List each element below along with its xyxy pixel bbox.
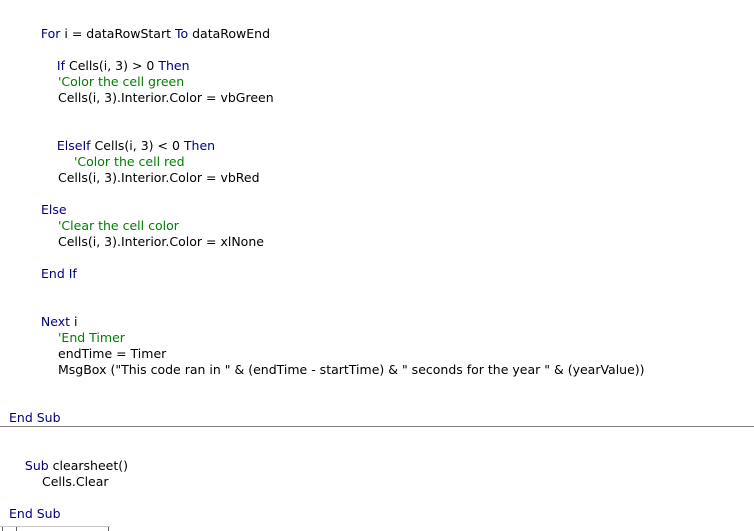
end-sub-line-1[interactable]: End Sub <box>9 410 61 426</box>
keyword-elseif: ElseIf <box>56 138 91 153</box>
bottom-ruler <box>0 526 110 531</box>
cells-clear-line[interactable]: Cells.Clear <box>42 474 109 490</box>
assign-red-line[interactable]: Cells(i, 3).Interior.Color = vbRed <box>58 170 260 186</box>
for-loop-range-start: i = dataRowStart <box>60 26 175 41</box>
keyword-sub: Sub <box>24 458 49 473</box>
comment-timer-line[interactable]: 'End Timer <box>58 330 125 346</box>
code-editor[interactable]: For i = dataRowStart To dataRowEnd If Ce… <box>0 0 754 531</box>
comment-green-line[interactable]: 'Color the cell green <box>58 74 184 90</box>
comment-clear-line[interactable]: 'Clear the cell color <box>58 218 179 234</box>
keyword-for: For <box>40 26 61 41</box>
procedure-separator <box>0 426 754 427</box>
sub-declaration-line[interactable]: Sub clearsheet() <box>9 442 128 473</box>
if-line[interactable]: If Cells(i, 3) > 0 Then <box>41 42 190 73</box>
keyword-then: Then <box>158 58 190 73</box>
msgbox-line[interactable]: MsgBox ("This code ran in " & (endTime -… <box>58 362 645 378</box>
keyword-next: Next <box>40 314 71 329</box>
sub-name: clearsheet() <box>48 458 128 473</box>
next-line[interactable]: Next i <box>25 298 78 329</box>
end-sub-line-2[interactable]: End Sub <box>9 506 61 522</box>
end-if-line[interactable]: End If <box>41 266 77 282</box>
assign-green-line[interactable]: Cells(i, 3).Interior.Color = vbGreen <box>58 90 274 106</box>
end-time-line[interactable]: endTime = Timer <box>58 346 166 362</box>
comment-red-line[interactable]: 'Color the cell red <box>74 154 185 170</box>
keyword-then-2: Then <box>183 138 216 153</box>
for-loop-line[interactable]: For i = dataRowStart To dataRowEnd <box>25 10 270 41</box>
else-line[interactable]: Else <box>41 202 67 218</box>
assign-clear-line[interactable]: Cells(i, 3).Interior.Color = xlNone <box>58 234 264 250</box>
for-loop-range-end: dataRowEnd <box>188 26 271 41</box>
keyword-if: If <box>56 58 65 73</box>
keyword-to: To <box>174 26 189 41</box>
elseif-line[interactable]: ElseIf Cells(i, 3) < 0 Then <box>41 122 215 153</box>
next-variable: i <box>70 314 78 329</box>
elseif-condition: Cells(i, 3) < 0 <box>90 138 184 153</box>
if-condition: Cells(i, 3) > 0 <box>65 58 159 73</box>
